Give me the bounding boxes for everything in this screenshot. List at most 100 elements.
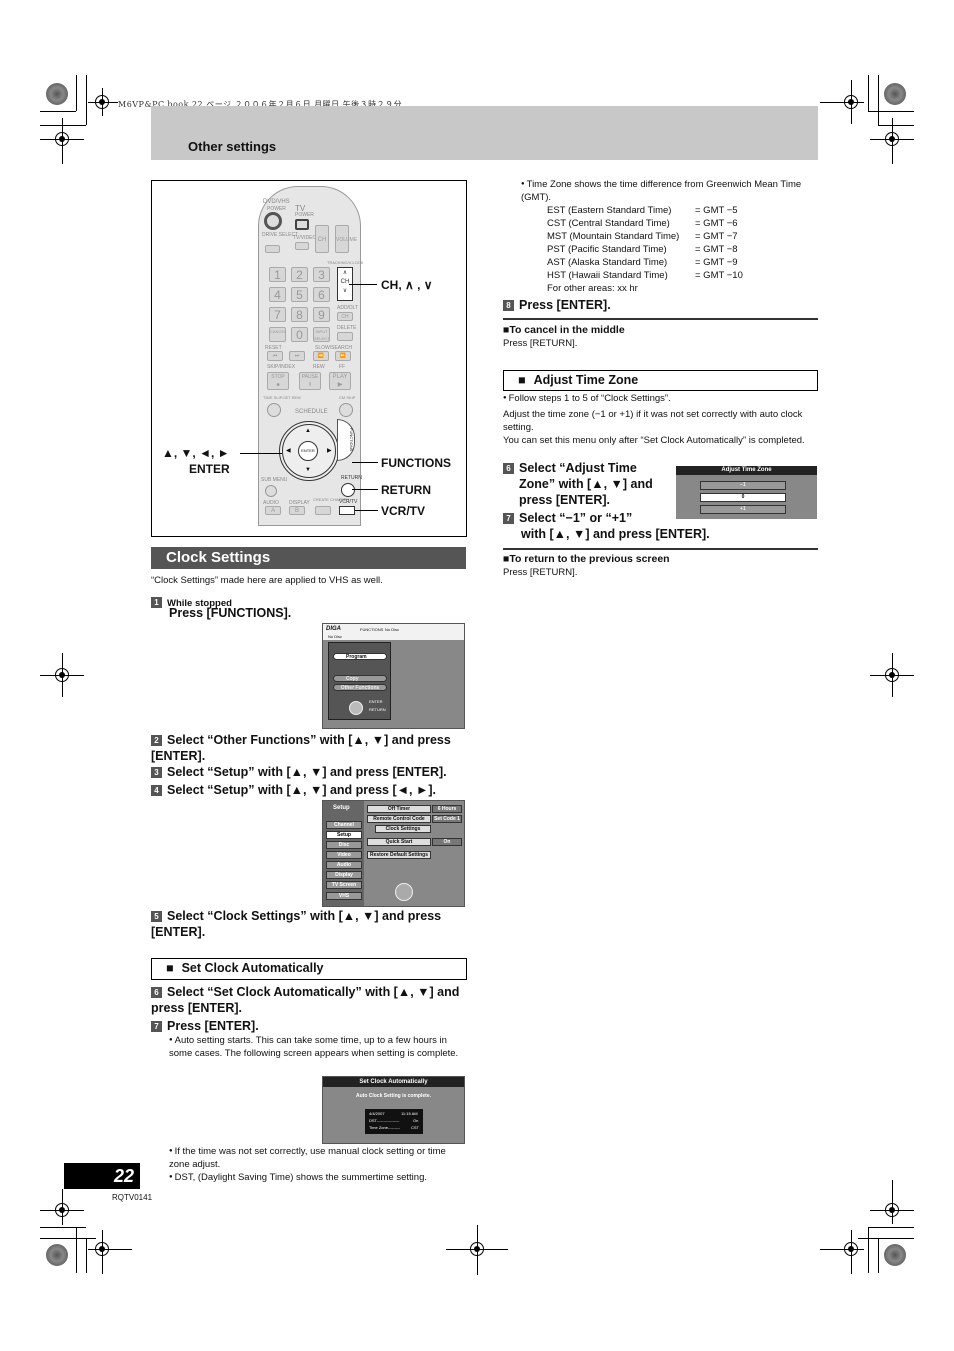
step-7-set-clock: 7 Press [ENTER]. [151, 1018, 259, 1034]
label-time-slip: TIME SLIP/JET REW [263, 395, 301, 400]
tv-ch-button[interactable]: CH [315, 225, 329, 253]
dst-label: DST----------------- [369, 1118, 400, 1123]
note-manual-setting: If the time was not set correctly, use m… [169, 1145, 469, 1171]
down-arrow-icon[interactable]: ▼ [305, 467, 311, 473]
timezone-row: HST (Hawaii Standard Time) = GMT −10 [547, 269, 743, 282]
setting-off-timer[interactable]: Off Timer [367, 805, 431, 813]
timezone-offset: = GMT −8 [695, 244, 738, 255]
step-7-adjust: 7 Select “−1” or “+1” [503, 510, 632, 526]
timezone-offset: = GMT −6 [695, 218, 738, 229]
number-button-2[interactable]: 2 [291, 267, 308, 282]
clock-summary: 4/4/2007 11:15 AM DST----------------- O… [365, 1109, 423, 1134]
return-button[interactable] [341, 483, 355, 497]
skip-back-button[interactable]: ⏮ [267, 351, 283, 361]
adjust-time-zone-screen: Adjust Time Zone −1 0 +1 [676, 466, 817, 519]
return-text: Press [RETURN]. [503, 567, 578, 578]
step-6-adjust: 6 Select “Adjust Time Zone” with [▲, ▼] a… [503, 460, 663, 508]
vcr-tv-button[interactable] [339, 506, 355, 515]
menu-item-other-functions[interactable]: Other Functions [333, 684, 387, 691]
setting-quick-start-value[interactable]: On [432, 838, 462, 846]
step-number: 5 [151, 911, 162, 922]
number-button-9[interactable]: 9 [313, 307, 330, 322]
input-select-button[interactable]: INPUT SELECT [313, 327, 330, 342]
cm-skip-button[interactable] [339, 403, 353, 417]
tab-display[interactable]: Display [326, 871, 362, 879]
tab-audio[interactable]: Audio [326, 861, 362, 869]
timezone-name: CST (Central Standard Time) [547, 218, 670, 229]
callout-leader [352, 489, 378, 490]
setting-off-timer-value[interactable]: 6 Hours [432, 805, 462, 813]
number-button-6[interactable]: 6 [313, 287, 330, 302]
number-button-5[interactable]: 5 [291, 287, 308, 302]
number-button-7[interactable]: 7 [269, 307, 286, 322]
label-dvdvhs: DVD/VHS [263, 199, 290, 205]
clock-settings-title: Clock Settings [151, 547, 466, 569]
step-5: 5 Select “Clock Settings” with [▲, ▼] and… [151, 908, 471, 940]
page-section-title: Other settings [188, 139, 277, 154]
screen-title: FUNCTIONS [360, 627, 384, 632]
dst-value: On [413, 1118, 419, 1123]
pause-button[interactable]: PAUSE II [299, 372, 321, 390]
drive-select-button[interactable] [265, 245, 280, 253]
tv-power-button[interactable] [295, 219, 309, 230]
number-button-1[interactable]: 1 [269, 267, 286, 282]
registration-disc-icon [46, 1244, 68, 1266]
create-chapter-button[interactable] [315, 506, 331, 515]
functions-button[interactable]: FUNCTIONS [337, 419, 355, 461]
hint-enter: ENTER [369, 699, 383, 704]
step-text: Select “Clock Settings” with [▲, ▼] and … [151, 909, 442, 939]
setting-remote-code[interactable]: Remote Control Code [367, 815, 431, 823]
tz-option-minus-1[interactable]: −1 [700, 481, 786, 490]
tv-volume-button[interactable]: VOLUME [335, 225, 357, 253]
tz-option-0[interactable]: 0 [700, 493, 786, 502]
tab-disc[interactable]: Disc [326, 841, 362, 849]
dvd-power-button[interactable] [264, 212, 282, 230]
delete-button[interactable] [337, 332, 353, 341]
play-button[interactable]: PLAY ▶ [329, 372, 351, 390]
menu-item-copy[interactable]: Copy [333, 675, 387, 682]
audio-a-button[interactable]: A [265, 506, 281, 515]
divider [503, 318, 818, 320]
tz-option-plus-1[interactable]: +1 [700, 505, 786, 514]
label-schedule: SCHEDULE [295, 409, 328, 415]
registration-disc-icon [884, 83, 906, 105]
timezone-offset: = GMT −7 [695, 231, 738, 242]
setting-quick-start[interactable]: Quick Start [367, 838, 431, 846]
cancel-button[interactable]: CANCEL [269, 327, 286, 342]
step-number: 2 [151, 735, 162, 746]
rewind-button[interactable]: ⏪ [313, 351, 329, 361]
step-number: 8 [503, 300, 514, 311]
right-arrow-icon[interactable]: ▶ [327, 447, 332, 454]
navigation-dial[interactable]: ▲ ▼ ◀ ▶ ENTER [279, 421, 339, 481]
up-arrow-icon[interactable]: ▲ [305, 428, 311, 434]
setting-restore-defaults[interactable]: Restore Default Settings [367, 851, 431, 859]
tab-video[interactable]: Video [326, 851, 362, 859]
time-slip-button[interactable] [267, 403, 281, 417]
tab-setup[interactable]: Setup [326, 831, 362, 839]
stop-button[interactable]: STOP ■ [267, 372, 289, 390]
timezone-row: PST (Pacific Standard Time) = GMT −8 [547, 243, 743, 256]
number-button-3[interactable]: 3 [313, 267, 330, 282]
menu-item-program[interactable]: Program [333, 653, 387, 660]
tab-tv-screen[interactable]: TV Screen [326, 881, 362, 889]
display-b-button[interactable]: B [289, 506, 305, 515]
skip-forward-button[interactable]: ⏭ [289, 351, 305, 361]
callout-leader [352, 462, 378, 463]
return-heading: ■To return to the previous screen [503, 553, 670, 565]
setting-clock-settings[interactable]: Clock Settings [375, 825, 431, 833]
enter-button[interactable]: ENTER [298, 441, 318, 461]
left-arrow-icon[interactable]: ◀ [286, 447, 291, 454]
setting-remote-code-value[interactable]: Set Code 1 [432, 815, 462, 823]
callout-leader [349, 284, 377, 285]
tv-video-button[interactable] [295, 242, 309, 250]
add-dlt-button[interactable]: CH [337, 312, 353, 321]
number-button-8[interactable]: 8 [291, 307, 308, 322]
sub-menu-button[interactable] [265, 485, 277, 497]
tab-vhs[interactable]: VHS [326, 892, 362, 900]
step-4: 4 Select “Setup” with [▲, ▼] and press [◄… [151, 782, 436, 798]
number-button-0[interactable]: 0 [291, 327, 308, 342]
auto-setting-note: Auto setting starts. This can take some … [169, 1034, 469, 1060]
number-button-4[interactable]: 4 [269, 287, 286, 302]
tab-channel[interactable]: Channel [326, 821, 362, 829]
fast-forward-button[interactable]: ⏩ [335, 351, 351, 361]
